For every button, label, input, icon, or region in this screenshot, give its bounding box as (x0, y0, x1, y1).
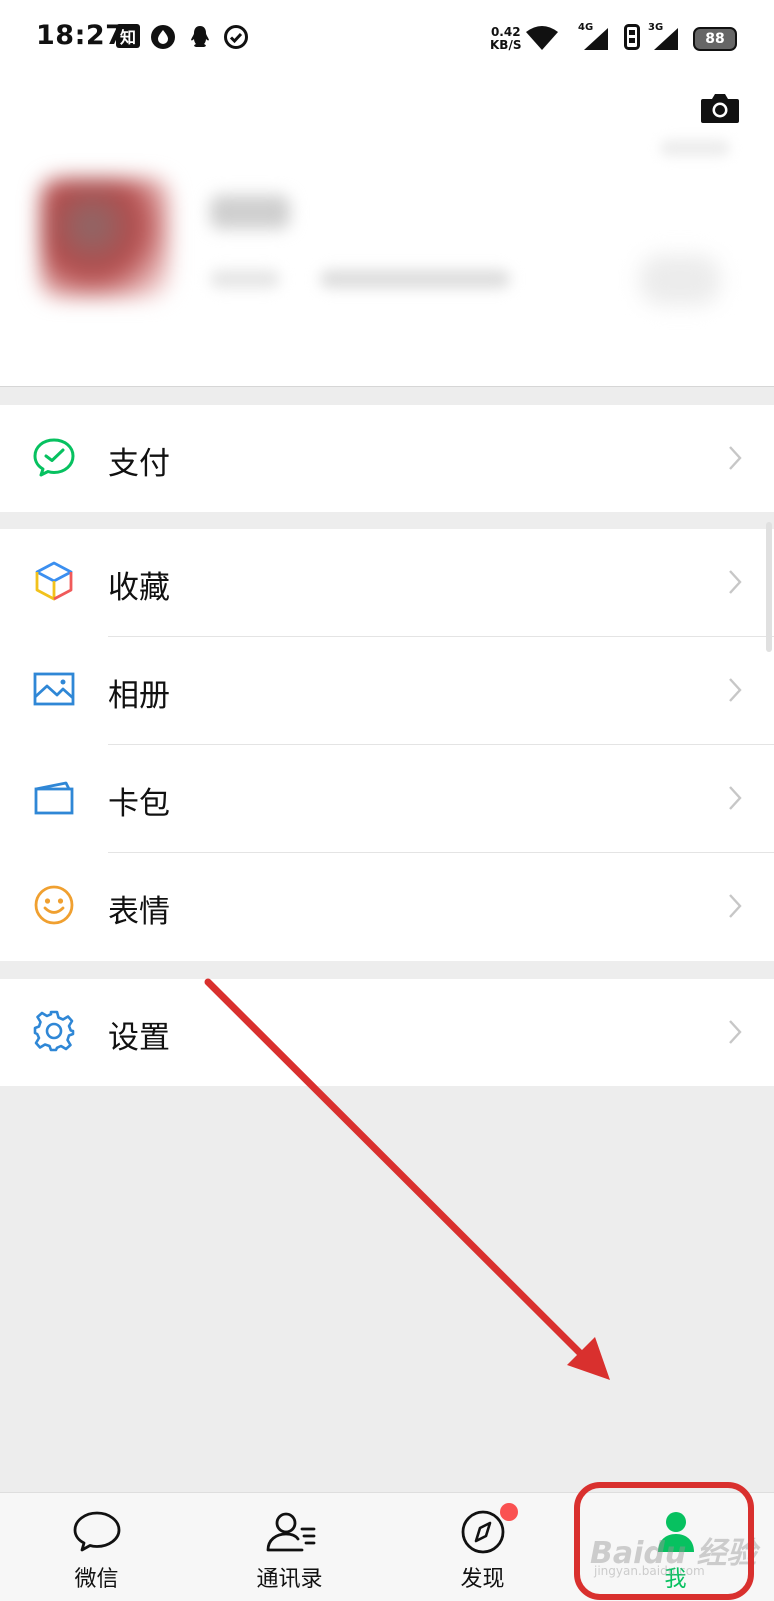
tab-contacts-label: 通讯录 (256, 1567, 323, 1592)
tab-discover-label: 发现 (460, 1567, 505, 1592)
tab-chats[interactable]: 微信 (0, 1493, 193, 1601)
tab-chats-label: 微信 (74, 1567, 119, 1592)
annotation-arrow (204, 978, 610, 1380)
tab-contacts[interactable]: 通讯录 (193, 1493, 386, 1601)
chat-bubble-icon (71, 1509, 123, 1555)
contacts-icon (264, 1509, 316, 1555)
annotation-highlight-box (574, 1482, 754, 1600)
discover-badge (500, 1503, 518, 1521)
tab-discover[interactable]: 发现 (386, 1493, 579, 1601)
